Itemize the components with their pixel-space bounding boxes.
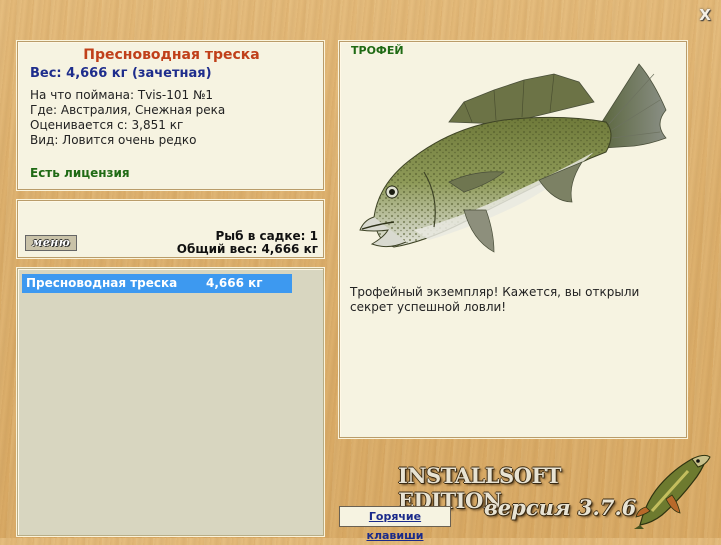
- fish-weight: Вес: 4,666 кг (зачетная): [30, 66, 212, 81]
- species-rarity-info: Вид: Ловится очень редко: [30, 133, 197, 147]
- license-status: Есть лицензия: [30, 166, 130, 180]
- trophy-description: Трофейный экземпляр! Кажется, вы открыли…: [350, 285, 640, 314]
- trophy-panel: ТРОФЕЙ Трофейный экземпляр! Кажется, вы …: [339, 41, 687, 438]
- close-button[interactable]: X: [696, 6, 714, 24]
- fish-list[interactable]: Пресноводная треска 4,666 кг: [17, 268, 324, 536]
- list-item-name: Пресноводная треска: [26, 276, 178, 290]
- pike-icon: [634, 454, 711, 529]
- fish-name: Пресноводная треска: [83, 47, 260, 63]
- version-label: версия 3.7.6: [484, 495, 637, 520]
- hotkeys-button[interactable]: Горячие клавиши: [339, 506, 451, 542]
- location-info: Где: Австралия, Снежная река: [30, 103, 226, 117]
- menu-button[interactable]: меню: [25, 235, 77, 251]
- keepnet-total-weight: Общий вес: 4,666 кг: [176, 242, 318, 256]
- bait-info: На что поймана: Tvis-101 №1: [30, 88, 214, 102]
- keepnet-fish-count: Рыб в садке: 1: [215, 229, 319, 243]
- list-item-weight: 4,666 кг: [206, 276, 263, 290]
- list-item[interactable]: Пресноводная треска 4,666 кг: [22, 274, 292, 293]
- murray-cod-icon: [359, 63, 667, 253]
- rated-from-info: Оценивается с: 3,851 кг: [30, 118, 184, 132]
- catch-info-panel: Пресноводная треска Вес: 4,666 кг (зачет…: [17, 41, 324, 190]
- keepnet-panel: меню Рыб в садке: 1 Общий вес: 4,666 кг: [17, 200, 324, 258]
